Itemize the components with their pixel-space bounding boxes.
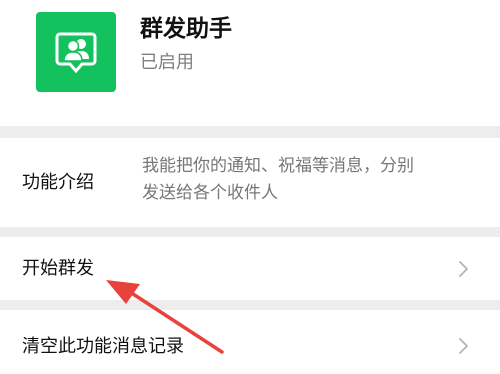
clear-messages-label: 清空此功能消息记录	[22, 336, 184, 357]
feature-intro-description-line2: 发送给各个收件人	[142, 183, 278, 203]
feature-intro-description: 我能把你的通知、祝福等消息，分别 发送给各个收件人	[142, 153, 482, 207]
feature-intro-label: 功能介绍	[22, 172, 94, 193]
chevron-right-icon	[459, 261, 468, 277]
chevron-right-icon	[459, 338, 468, 354]
start-group-send-label: 开始群发	[22, 258, 94, 279]
group-send-assistant-page: 群发助手 已启用 功能介绍 我能把你的通知、祝福等消息，分别 发送给各个收件人 …	[0, 0, 500, 374]
app-name: 群发助手	[140, 16, 232, 42]
group-send-icon	[36, 12, 116, 92]
feature-intro-description-line1: 我能把你的通知、祝福等消息，分别	[142, 156, 414, 176]
app-status: 已启用	[140, 52, 194, 73]
